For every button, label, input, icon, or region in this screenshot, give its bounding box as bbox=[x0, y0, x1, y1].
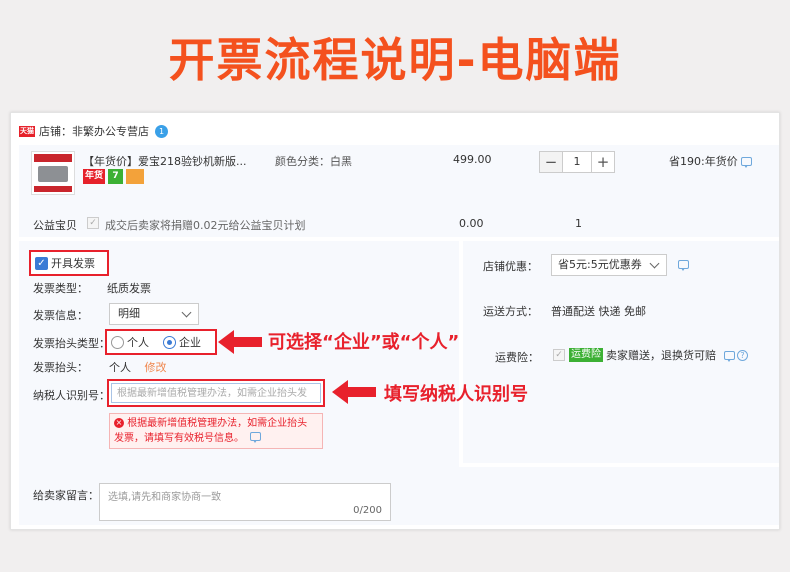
message-label: 给卖家留言： bbox=[33, 489, 99, 502]
charity-text: 成交后卖家将捐赠0.02元给公益宝贝计划 bbox=[105, 219, 306, 232]
saving-text: 省190:年货价 bbox=[669, 155, 738, 168]
charity-price: 0.00 bbox=[459, 217, 484, 230]
product-price: 499.00 bbox=[453, 153, 492, 166]
tax-id-error: × 根据最新增值税管理办法，如需企业抬头 发票，请填写有效税号信息。 bbox=[109, 413, 323, 449]
message-counter: 0/200 bbox=[353, 505, 382, 516]
invoice-header-label: 发票抬头： bbox=[33, 361, 88, 374]
chat-icon[interactable] bbox=[678, 260, 689, 271]
qty-input[interactable]: 1 bbox=[563, 151, 591, 173]
invoice-header-edit-link[interactable]: 修改 bbox=[145, 361, 167, 374]
tax-id-error-line1: 根据最新增值税管理办法，如需企业抬头 bbox=[127, 418, 308, 429]
coupon-select[interactable]: 省5元:5元优惠券 bbox=[551, 254, 667, 276]
error-icon: × bbox=[114, 418, 124, 428]
invoice-info-label: 发票信息： bbox=[33, 309, 88, 322]
chevron-down-icon bbox=[649, 258, 660, 269]
invoice-header-value: 个人 bbox=[109, 361, 131, 374]
help-icon[interactable]: ? bbox=[737, 349, 748, 361]
tax-id-highlight: 根据最新增值税管理办法，如需企业抬头发 bbox=[107, 379, 325, 407]
qty-minus-button[interactable]: − bbox=[539, 151, 563, 173]
qty-plus-button[interactable]: + bbox=[591, 151, 615, 173]
radio-company[interactable] bbox=[163, 335, 176, 349]
chat-icon[interactable] bbox=[250, 432, 262, 443]
tmall-icon: 天猫 bbox=[19, 125, 35, 137]
invoice-type-value: 纸质发票 bbox=[107, 282, 151, 295]
insurance-row: ✓ 运费险 卖家赠送，退换货可赔 ? bbox=[553, 347, 748, 363]
coupon-label: 店铺优惠： bbox=[483, 260, 538, 273]
credit-card-icon bbox=[126, 169, 145, 184]
annotation-fill: 填写纳税人识别号 bbox=[384, 384, 528, 405]
arrow-left-icon bbox=[218, 330, 262, 354]
insurance-checkbox: ✓ bbox=[553, 349, 565, 361]
tax-id-label: 纳税人识别号： bbox=[33, 389, 110, 402]
annotation-choose: 可选择“企业”或“个人” bbox=[268, 332, 460, 353]
charity-qty: 1 bbox=[575, 217, 582, 230]
insurance-tag: 运费险 bbox=[569, 348, 603, 362]
product-title[interactable]: 【年货价】爱宝218验钞机新版... bbox=[83, 153, 247, 169]
invoice-info-value: 明细 bbox=[118, 307, 140, 320]
radio-personal-label[interactable]: 个人 bbox=[127, 334, 149, 350]
invoice-toggle[interactable]: ✓ 开具发票 bbox=[29, 250, 109, 276]
quantity-stepper: − 1 + bbox=[539, 151, 615, 173]
coupon-value: 省5元:5元优惠券 bbox=[558, 258, 642, 271]
invoice-toggle-label: 开具发票 bbox=[51, 257, 95, 270]
shop-row: 天猫 店铺：非繁办公专营店 1 bbox=[19, 121, 168, 141]
message-textarea[interactable]: 选填,请先和商家协商一致 0/200 bbox=[99, 483, 391, 521]
charity-checkbox: ✓ bbox=[87, 217, 99, 229]
arrow-left-icon bbox=[332, 380, 376, 404]
invoice-info-select[interactable]: 明细 bbox=[109, 303, 199, 325]
checkbox-checked-icon[interactable]: ✓ bbox=[35, 256, 48, 270]
product-tags: 年货 7 bbox=[83, 169, 145, 184]
chevron-down-icon bbox=[181, 307, 192, 318]
shipping-label: 运送方式： bbox=[483, 305, 538, 318]
charity-label: 公益宝贝 bbox=[33, 219, 77, 232]
tax-id-input[interactable]: 根据最新增值税管理办法，如需企业抬头发 bbox=[111, 383, 321, 403]
invoice-type-label: 发票类型： bbox=[33, 282, 88, 295]
chat-icon[interactable] bbox=[724, 350, 735, 362]
invoice-header-type-radio-group: 个人 企业 bbox=[105, 329, 217, 355]
nian-huo-tag: 年货 bbox=[83, 169, 106, 184]
radio-company-label[interactable]: 企业 bbox=[179, 334, 201, 350]
insurance-text: 卖家赠送，退换货可赔 bbox=[606, 349, 716, 362]
shipping-value: 普通配送 快递 免邮 bbox=[551, 305, 646, 318]
invoice-header-type-label: 发票抬头类型： bbox=[33, 337, 110, 350]
message-placeholder: 选填,请先和商家协商一致 bbox=[108, 492, 222, 503]
chat-icon[interactable] bbox=[740, 156, 752, 168]
page-headline: 开票流程说明-电脑端 bbox=[168, 33, 622, 87]
seven-day-return-icon: 7 bbox=[108, 169, 124, 184]
shop-badge-icon[interactable]: 1 bbox=[155, 124, 168, 138]
insurance-label: 运费险： bbox=[495, 351, 539, 364]
product-color-category: 颜色分类：白黑 bbox=[275, 155, 352, 168]
order-item: 【年货价】爱宝218验钞机新版... 颜色分类：白黑 年货 7 499.00 −… bbox=[19, 145, 779, 237]
tax-id-error-line2: 发票，请填写有效税号信息。 bbox=[114, 433, 244, 444]
product-thumbnail[interactable] bbox=[31, 151, 75, 195]
shop-name[interactable]: 店铺：非繁办公专营店 bbox=[39, 123, 149, 139]
checkout-panel: 天猫 店铺：非繁办公专营店 1 【年货价】爱宝218验钞机新版... 颜色分类：… bbox=[10, 112, 780, 530]
saving-info: 省190:年货价 bbox=[669, 153, 752, 169]
invoice-header-row: 个人 修改 bbox=[109, 359, 167, 375]
radio-personal[interactable] bbox=[111, 335, 124, 349]
